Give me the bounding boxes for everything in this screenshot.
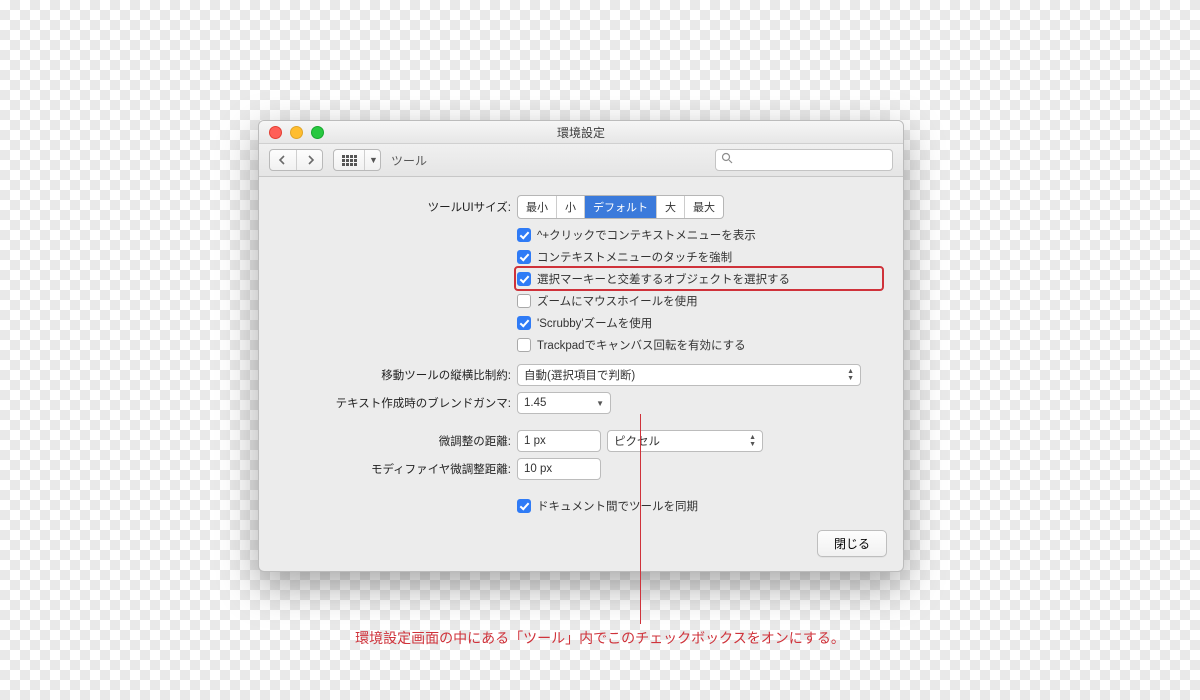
- option-checkbox[interactable]: [517, 316, 531, 330]
- titlebar: 環境設定: [259, 121, 903, 144]
- search-box: [715, 149, 893, 171]
- nudge-value: 1 px: [524, 435, 546, 447]
- nav-forward-button[interactable]: [296, 150, 322, 170]
- option-label: ズームにマウスホイールを使用: [537, 293, 698, 309]
- chevron-down-icon: ▼: [367, 155, 378, 165]
- ui-size-option[interactable]: 大: [657, 196, 685, 218]
- stepper-icon: ▲▼: [749, 434, 756, 448]
- option-checkbox[interactable]: [517, 228, 531, 242]
- option-label: コンテキストメニューのタッチを強制: [537, 249, 732, 265]
- search-input[interactable]: [715, 149, 893, 171]
- window-title: 環境設定: [259, 124, 903, 141]
- nav-back-button[interactable]: [270, 150, 296, 170]
- gamma-select[interactable]: 1.45 ▼: [517, 392, 611, 414]
- ui-size-label: ツールUIサイズ:: [281, 199, 517, 215]
- nudge-label: 微調整の距離:: [281, 433, 517, 449]
- view-switcher: ▼: [333, 149, 381, 171]
- option-checkbox[interactable]: [517, 294, 531, 308]
- mod-nudge-label: モディファイヤ微調整距離:: [281, 461, 517, 477]
- tool-options-checklist: ^+クリックでコンテキストメニューを表示コンテキストメニューのタッチを強制選択マ…: [517, 225, 881, 354]
- view-dropdown-button[interactable]: ▼: [364, 150, 380, 170]
- mod-nudge-value: 10 px: [524, 463, 552, 475]
- stepper-icon: ▲▼: [847, 368, 854, 382]
- aspect-label: 移動ツールの縦横比制約:: [281, 367, 517, 383]
- dialog-footer: 閉じる: [259, 520, 903, 571]
- checkbox-row: コンテキストメニューのタッチを強制: [517, 247, 881, 266]
- annotation-caption: 環境設定画面の中にある「ツール」内でこのチェックボックスをオンにする。: [0, 628, 1200, 648]
- checkbox-row: ズームにマウスホイールを使用: [517, 291, 881, 310]
- aspect-select[interactable]: 自動(選択項目で判断) ▲▼: [517, 364, 861, 386]
- sync-checkbox[interactable]: [517, 499, 531, 513]
- search-icon: [721, 152, 733, 164]
- aspect-value: 自動(選択項目で判断): [524, 367, 635, 383]
- nudge-input[interactable]: 1 px: [517, 430, 601, 452]
- preferences-body: ツールUIサイズ: 最小小デフォルト大最大 ^+クリックでコンテキストメニューを…: [259, 177, 903, 520]
- grid-view-button[interactable]: [334, 150, 364, 170]
- breadcrumb: ツール: [391, 152, 427, 169]
- option-label: Trackpadでキャンバス回転を有効にする: [537, 337, 746, 353]
- chevron-right-icon: [305, 155, 315, 165]
- ui-size-option[interactable]: 小: [557, 196, 585, 218]
- ui-size-option[interactable]: デフォルト: [585, 196, 657, 218]
- ui-size-segmented: 最小小デフォルト大最大: [517, 195, 724, 219]
- grid-icon: [342, 155, 357, 166]
- annotation-pointer-line: [640, 414, 641, 624]
- close-button[interactable]: 閉じる: [817, 530, 887, 557]
- option-label: ^+クリックでコンテキストメニューを表示: [537, 227, 756, 243]
- option-label: 'Scrubby'ズームを使用: [537, 315, 652, 331]
- sync-label: ドキュメント間でツールを同期: [537, 498, 698, 514]
- preferences-window: 環境設定 ▼ ツール: [258, 120, 904, 572]
- checkbox-row: ^+クリックでコンテキストメニューを表示: [517, 225, 881, 244]
- checkbox-row: 選択マーキーと交差するオブジェクトを選択する: [517, 269, 881, 288]
- sync-checkbox-row: ドキュメント間でツールを同期: [517, 496, 881, 515]
- toolbar: ▼ ツール: [259, 144, 903, 177]
- option-checkbox[interactable]: [517, 272, 531, 286]
- checkbox-row: 'Scrubby'ズームを使用: [517, 313, 881, 332]
- gamma-label: テキスト作成時のブレンドガンマ:: [281, 395, 517, 411]
- chevron-left-icon: [278, 155, 288, 165]
- option-checkbox[interactable]: [517, 338, 531, 352]
- option-checkbox[interactable]: [517, 250, 531, 264]
- checkbox-row: Trackpadでキャンバス回転を有効にする: [517, 335, 881, 354]
- gamma-value: 1.45: [524, 397, 546, 409]
- sync-checklist: ドキュメント間でツールを同期: [517, 496, 881, 515]
- mod-nudge-input[interactable]: 10 px: [517, 458, 601, 480]
- chevron-down-icon: ▼: [596, 399, 604, 408]
- ui-size-option[interactable]: 最小: [518, 196, 557, 218]
- nudge-unit-select[interactable]: ピクセル ▲▼: [607, 430, 763, 452]
- nav-back-forward: [269, 149, 323, 171]
- option-label: 選択マーキーと交差するオブジェクトを選択する: [537, 271, 790, 287]
- nudge-unit-value: ピクセル: [614, 433, 660, 449]
- ui-size-option[interactable]: 最大: [685, 196, 723, 218]
